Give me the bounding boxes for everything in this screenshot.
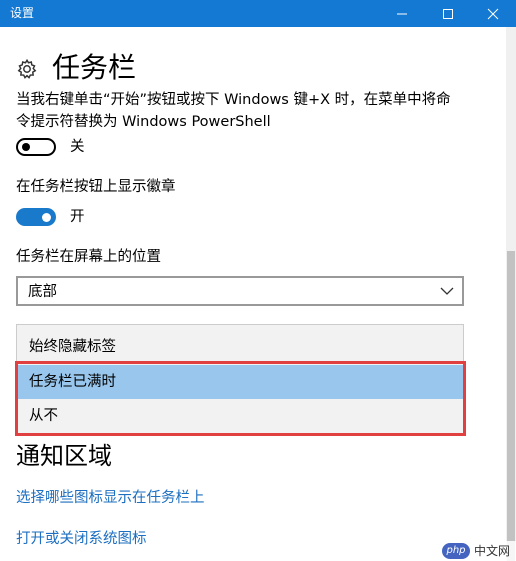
toggle-knob bbox=[22, 143, 30, 151]
watermark-text: 中文网 bbox=[474, 544, 511, 558]
window-title: 设置 bbox=[10, 6, 35, 20]
title-bar: 设置 bbox=[0, 0, 516, 27]
toggle-knob bbox=[42, 213, 51, 222]
powershell-description: 当我右键单击“开始”按钮或按下 Windows 键+X 时，在菜单中将命 令提示… bbox=[16, 89, 486, 133]
dropdown-option-when-taskbar-full[interactable]: 任务栏已满时 bbox=[17, 365, 463, 399]
dropdown-option-never[interactable]: 从不 bbox=[17, 399, 463, 433]
select-taskbar-icons-link[interactable]: 选择哪些图标显示在任务栏上 bbox=[16, 488, 205, 508]
scrollbar-thumb[interactable] bbox=[507, 251, 515, 561]
taskbar-position-select[interactable]: 底部 bbox=[16, 276, 464, 306]
gear-icon bbox=[17, 58, 37, 79]
powershell-description-line-1: 当我右键单击“开始”按钮或按下 Windows 键+X 时，在菜单中将命 bbox=[16, 92, 451, 108]
page-title: 任务栏 bbox=[52, 51, 137, 84]
powershell-toggle[interactable] bbox=[16, 138, 56, 156]
system-icons-link[interactable]: 打开或关闭系统图标 bbox=[16, 529, 147, 549]
dropdown-option-always-hide-labels[interactable]: 始终隐藏标签 bbox=[17, 330, 463, 364]
watermark-logo: php bbox=[442, 543, 470, 559]
notification-area-title: 通知区域 bbox=[16, 442, 112, 470]
combine-buttons-dropdown: 始终隐藏标签 任务栏已满时 从不 bbox=[16, 324, 464, 436]
minimize-button[interactable] bbox=[379, 0, 425, 27]
chevron-down-icon bbox=[440, 287, 454, 295]
taskbar-position-value: 底部 bbox=[28, 284, 57, 300]
badges-label: 在任务栏按钮上显示徽章 bbox=[16, 179, 176, 195]
taskbar-position-label: 任务栏在屏幕上的位置 bbox=[16, 249, 161, 265]
minimize-icon bbox=[397, 13, 407, 15]
maximize-button[interactable] bbox=[425, 0, 471, 27]
close-icon bbox=[487, 8, 499, 20]
powershell-toggle-state: 关 bbox=[70, 139, 85, 155]
badges-toggle[interactable] bbox=[16, 208, 56, 226]
settings-window: 设置 任务栏 当我右键单击“开始”按钮或按下 Windows 键+X 时，在菜单… bbox=[0, 0, 516, 561]
powershell-description-line-2: 令提示符替换为 Windows PowerShell bbox=[16, 114, 271, 130]
close-button[interactable] bbox=[470, 0, 516, 27]
maximize-icon bbox=[443, 9, 453, 19]
watermark: php 中文网 bbox=[442, 541, 516, 561]
vertical-scrollbar[interactable] bbox=[506, 27, 516, 561]
badges-toggle-state: 开 bbox=[70, 209, 85, 225]
